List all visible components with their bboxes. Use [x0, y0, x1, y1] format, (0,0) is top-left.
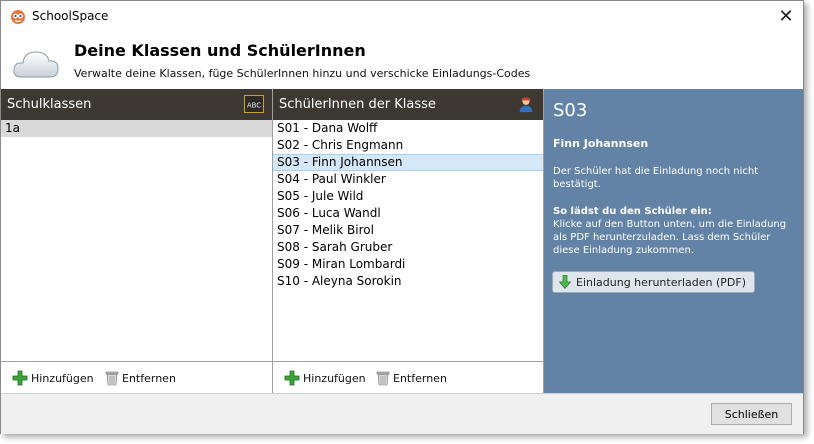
students-panel: SchülerInnen der Klasse S01 - Dana Wolff… [273, 89, 544, 393]
invite-instructions-title: So lädst du den Schüler ein: [553, 206, 712, 217]
add-student-label: Hinzufügen [303, 371, 366, 385]
plus-icon [284, 370, 300, 386]
invite-instructions-text: Klicke auf den Button unten, um die Einl… [553, 219, 787, 256]
svg-text:ABC: ABC [247, 102, 261, 110]
student-name: Finn Johannsen [553, 137, 649, 150]
remove-class-label: Entfernen [122, 371, 176, 385]
student-detail-panel: S03 Finn Johannsen Der Schüler hat die E… [544, 89, 803, 393]
title-bar: SchoolSpace ✕ [1, 1, 803, 32]
students_panel-list-item[interactable]: S07 - Melik Birol [273, 222, 543, 239]
close-button[interactable]: Schließen [711, 403, 792, 425]
student-id: S03 [553, 100, 588, 121]
trash-icon [105, 371, 119, 386]
add-student-button[interactable]: Hinzufügen [284, 369, 366, 387]
download-invitation-button[interactable]: Einladung herunterladen (PDF) [552, 271, 756, 293]
window-title: SchoolSpace [32, 9, 109, 23]
classes-panel-header: Schulklassen ABC [1, 89, 272, 120]
students_panel-list-item[interactable]: S04 - Paul Winkler [273, 171, 543, 188]
header-subtitle: Verwalte deine Klassen, füge SchülerInne… [74, 67, 531, 80]
remove-class-button[interactable]: Entfernen [105, 369, 176, 387]
students-panel-footer: Hinzufügen Entfernen [273, 361, 543, 393]
students-panel-header: SchülerInnen der Klasse [273, 89, 543, 120]
app-icon [11, 10, 25, 24]
class-list: 1a [1, 120, 272, 137]
students_panel-list-item[interactable]: S02 - Chris Engmann [273, 137, 543, 154]
invite-instructions: So lädst du den Schüler ein: Klicke auf … [553, 205, 798, 257]
remove-student-label: Entfernen [393, 371, 447, 385]
add-class-button[interactable]: Hinzufügen [12, 369, 94, 387]
classes-panel: Schulklassen ABC 1a Hinzufügen Entfernen [1, 89, 273, 393]
students-panel-title: SchülerInnen der Klasse [279, 97, 436, 112]
header: Deine Klassen und SchülerInnen Verwalte … [1, 32, 803, 89]
students_panel-list-item[interactable]: S05 - Jule Wild [273, 188, 543, 205]
download-arrow-icon [559, 275, 571, 289]
remove-student-button[interactable]: Entfernen [376, 369, 447, 387]
plus-icon [12, 370, 28, 386]
schoolspace-window: SchoolSpace ✕ Deine Klassen und SchülerI… [0, 0, 804, 434]
student-icon [519, 97, 533, 113]
student-list: S01 - Dana Wolff S02 - Chris Engmann S03 -… [273, 120, 543, 290]
window-close-button[interactable]: ✕ [769, 1, 803, 32]
add-class-label: Hinzufügen [31, 371, 94, 385]
classes_panel-list-item[interactable]: 1a [1, 120, 272, 137]
students_panel-list-item[interactable]: S08 - Sarah Gruber [273, 239, 543, 256]
students_panel-list-item[interactable]: S01 - Dana Wolff [273, 120, 543, 137]
download-invitation-label: Einladung herunterladen (PDF) [576, 275, 747, 289]
header-title: Deine Klassen und SchülerInnen [74, 41, 366, 60]
classes-panel-footer: Hinzufügen Entfernen [1, 361, 272, 393]
students_panel-list-item[interactable]: S03 - Finn Johannsen [273, 154, 543, 171]
classes-panel-title: Schulklassen [7, 97, 92, 112]
students_panel-list-item[interactable]: S10 - Aleyna Sorokin [273, 273, 543, 290]
cloud-icon [13, 51, 59, 78]
dialog-footer: Schließen [1, 393, 803, 434]
invitation-status: Der Schüler hat die Einladung noch nicht… [553, 166, 759, 190]
trash-icon [376, 371, 390, 386]
students_panel-list-item[interactable]: S09 - Miran Lombardi [273, 256, 543, 273]
abc-board-icon: ABC [244, 95, 264, 113]
students_panel-list-item[interactable]: S06 - Luca Wandl [273, 205, 543, 222]
